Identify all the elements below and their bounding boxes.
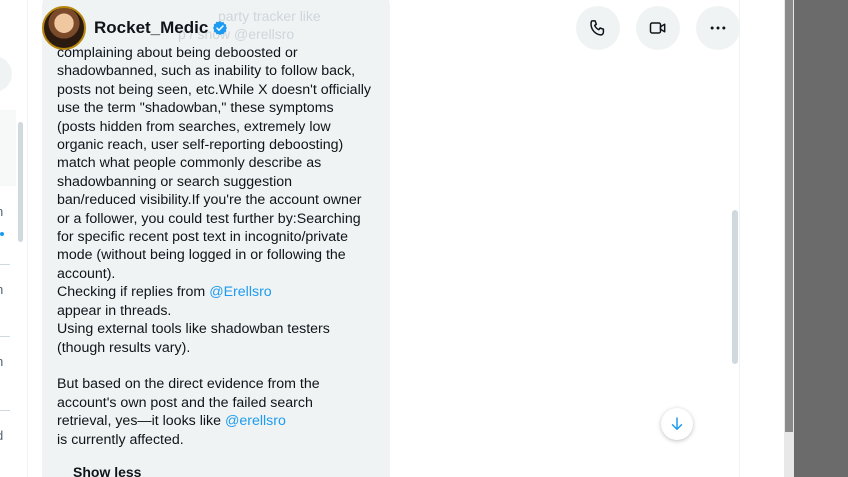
message-line: match what people commonly describe as [57,155,322,172]
message-line: appear in threads. [57,302,172,319]
left-fragment-text: n [0,204,3,219]
page-scrollbar-thumb[interactable] [785,0,793,432]
message-line: shadowbanning or search suggestion [57,173,293,190]
message-line: (posts hidden from searches, extremely l… [57,118,331,135]
user-name[interactable]: Rocket_Medic [94,18,208,38]
more-options-button[interactable] [696,6,740,50]
divider [0,264,10,265]
message-text-span: Checking if replies from [57,284,210,301]
show-less-button[interactable]: Show less [73,464,141,477]
window-edge [794,0,848,477]
search-field-fragment[interactable] [0,56,12,92]
message-line: account's own post and the failed search [57,394,313,411]
message-line: use the term "shadowban," these symptoms [57,100,334,117]
message-line: Using external tools like shadowban test… [57,321,330,338]
mention-link[interactable]: @erellsro [225,413,286,429]
message-line: posts not being seen, etc.While X doesn'… [57,81,371,98]
mention-link[interactable]: @Erellsro [209,284,272,300]
message-line: Checking if replies from @Erellsro [57,283,387,301]
message-line: (though results vary). [57,339,191,356]
faded-text: party tracker like [218,8,321,24]
message-text-span: retrieval, yes—it looks like [57,413,225,430]
divider [0,410,10,411]
unread-dot [0,232,4,236]
message-line: shadowbanned, such as inability to follo… [57,63,356,80]
left-fragment-text: h [0,282,3,297]
left-fragment-text: h [0,354,3,369]
message-line: But based on the direct evidence from th… [57,376,320,393]
message-line: complaining about being deboosted or [57,45,298,61]
message-text: complaining about being deboosted or sha… [57,44,387,449]
message-line: or a follower, you could test further by… [57,210,361,227]
message-line: for specific recent post text in incogni… [57,229,348,246]
verified-badge-icon [213,21,228,35]
message-line: mode (without being logged in or followi… [57,247,346,264]
video-call-button[interactable] [636,6,680,50]
call-button[interactable] [576,6,620,50]
message-line: account). [57,265,116,282]
more-horizontal-icon [710,26,726,30]
right-blank-area [740,0,784,477]
conversation-actions [576,6,740,50]
message-line: is currently affected. [57,431,184,448]
message-line: retrieval, yes—it looks like @erellsro [57,412,387,430]
left-fragment-text: d [0,428,3,443]
message-pane: party tracker like p / show @erellsro Ro… [28,0,740,477]
left-scrollbar[interactable] [18,122,23,242]
left-column: n h h d [0,0,28,477]
divider [0,336,10,337]
conversation-list-row-selected[interactable] [0,110,16,186]
arrow-down-icon [671,417,683,430]
phone-icon [590,20,605,36]
video-camera-icon [649,22,666,34]
pane-scrollbar[interactable] [732,210,738,364]
scroll-to-bottom-button[interactable] [661,408,693,440]
message-line: organic reach, user self-reporting deboo… [57,137,344,154]
message-line: ban/reduced visibility.If you're the acc… [57,192,362,209]
